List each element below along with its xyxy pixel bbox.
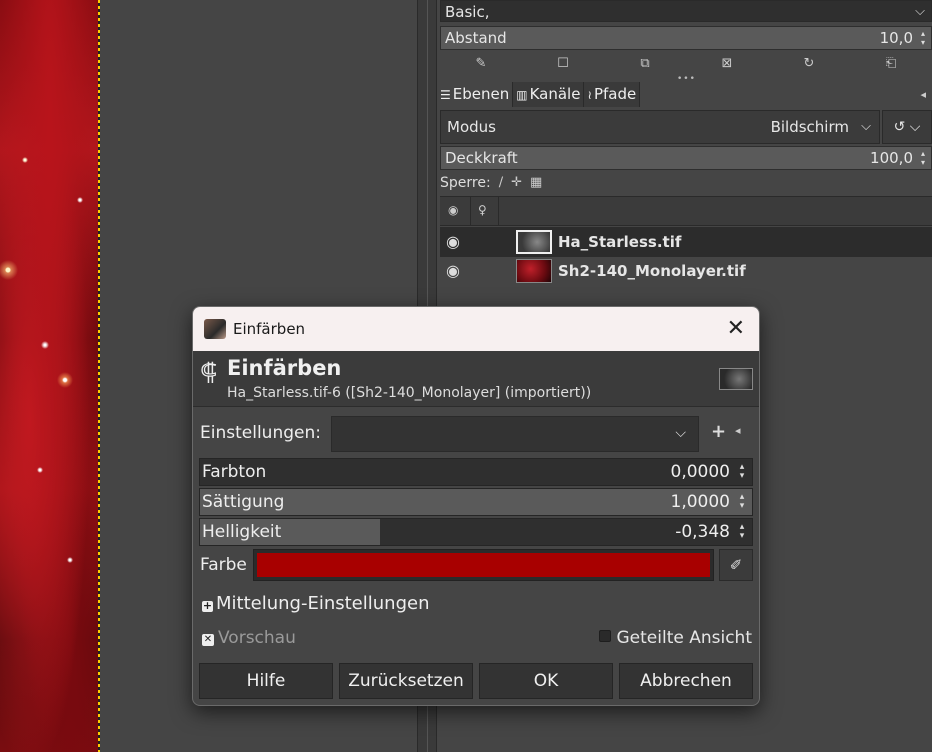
tab-paths[interactable]: ≀ Pfade <box>584 82 641 107</box>
color-label: Farbe <box>200 555 247 575</box>
spin-arrows-icon[interactable]: ▴ ▾ <box>736 523 748 541</box>
layer-mode-combo[interactable]: Modus Bildschirm ⌵ <box>440 110 880 144</box>
slider-value: 1,0000 <box>670 492 730 512</box>
chevron-down-icon: ⌵ <box>861 119 871 134</box>
lock-alpha-icon[interactable]: ▦ <box>530 173 542 193</box>
image-canvas[interactable] <box>0 0 100 752</box>
split-view-label: Geteilte Ansicht <box>616 628 752 648</box>
layer-name: Sh2-140_Monolayer.tif <box>558 262 746 280</box>
channels-icon: ▥ <box>516 88 528 102</box>
layer-row[interactable]: ◉ Ha_Starless.tif <box>440 227 932 257</box>
visibility-eye-icon[interactable]: ◉ <box>446 227 460 257</box>
brush-preset-combo[interactable]: Basic, ⌵ <box>440 0 932 22</box>
expander-plus-icon: + <box>202 599 213 612</box>
slider-value: -0,348 <box>675 522 730 542</box>
dialog-window-title: Einfärben <box>233 320 306 338</box>
layer-thumbnail <box>516 259 552 283</box>
tab-layers[interactable]: ☰ Ebenen <box>437 82 514 107</box>
preset-menu-icon[interactable]: ◂ <box>735 424 741 437</box>
layers-icon: ☰ <box>440 88 451 102</box>
dialog-header: ⸿ Einfärben Ha_Starless.tif-6 ([Sh2-140_… <box>193 351 759 407</box>
eye-icon: ◉ <box>448 203 459 217</box>
delete-brush-icon[interactable]: ⊠ <box>717 56 737 71</box>
chevron-down-icon: ⌵ <box>915 4 925 19</box>
export-icon[interactable]: ⎗ <box>881 56 901 71</box>
paint-roller-icon: ⸿ <box>200 358 218 386</box>
drawable-thumbnail <box>719 368 753 390</box>
tab-paths-label: Pfade <box>593 85 637 103</box>
chevron-down-icon: ⌵ <box>675 425 686 441</box>
tab-channels-label: Kanäle <box>529 85 581 103</box>
chevron-down-icon: ⌵ <box>909 119 921 135</box>
modus-value: Bildschirm <box>770 118 849 136</box>
brush-preset-value: Basic, <box>445 3 490 21</box>
slider-label: Sättigung <box>202 492 285 512</box>
hue-slider[interactable]: Farbton 0,0000 ▴ ▾ <box>199 458 753 486</box>
chain-icon: ♀ <box>478 203 487 217</box>
help-button[interactable]: Hilfe <box>199 663 333 699</box>
close-icon[interactable]: ✕ <box>727 307 745 351</box>
slider-value: 0,0000 <box>670 462 730 482</box>
saturation-slider[interactable]: Sättigung 1,0000 ▴ ▾ <box>199 488 753 516</box>
opacity-spinscale[interactable]: Deckkraft 100,0 ▴ ▾ <box>440 146 932 170</box>
paths-icon: ≀ <box>587 88 592 102</box>
settings-preset-combo[interactable]: ⌵ <box>331 416 699 452</box>
layer-name: Ha_Starless.tif <box>558 233 682 251</box>
reset-button[interactable]: Zurücksetzen <box>339 663 473 699</box>
ok-button[interactable]: OK <box>479 663 613 699</box>
duplicate-brush-icon[interactable]: ⧉ <box>635 56 655 71</box>
slider-label: Helligkeit <box>202 522 282 542</box>
tab-layers-label: Ebenen <box>452 85 510 103</box>
new-brush-icon[interactable]: ☐ <box>553 56 573 71</box>
deckkraft-value: 100,0 <box>870 149 913 167</box>
preview-label: Vorschau <box>218 628 296 648</box>
dialog-header-title: Einfärben <box>227 356 342 380</box>
brush-toolbar: ✎ ☐ ⧉ ⊠ ↻ ⎗ <box>440 52 932 74</box>
undo-arrow-icon: ↺ <box>893 119 906 135</box>
lock-row: Sperre: ∕ ✛ ▦ <box>440 173 542 193</box>
gimp-app-icon <box>204 319 226 339</box>
deckkraft-label: Deckkraft <box>445 149 518 167</box>
color-swatch <box>257 553 710 577</box>
lock-pixels-icon[interactable]: ∕ <box>499 173 503 193</box>
layer-thumbnail <box>516 230 552 254</box>
layer-mode-row: Modus Bildschirm ⌵ ↺ ⌵ <box>440 110 932 144</box>
settings-label: Einstellungen: <box>200 423 321 443</box>
visibility-eye-icon[interactable]: ◉ <box>446 256 460 286</box>
lightness-slider[interactable]: Helligkeit -0,348 ▴ ▾ <box>199 518 753 546</box>
spin-arrows-icon[interactable]: ▴ ▾ <box>736 493 748 511</box>
lock-position-icon[interactable]: ✛ <box>511 173 522 193</box>
averaging-settings-expander[interactable]: + Mittelung-Einstellungen <box>202 593 429 614</box>
checkbox-checked-icon: ✕ <box>202 634 214 646</box>
preview-checkbox[interactable]: ✕ Vorschau <box>202 628 296 648</box>
tab-channels[interactable]: ▥ Kanäle <box>513 82 585 107</box>
add-preset-icon[interactable]: + <box>711 421 726 442</box>
refresh-icon[interactable]: ↻ <box>799 56 819 71</box>
sperre-label: Sperre: <box>440 175 491 191</box>
edit-brush-icon[interactable]: ✎ <box>471 56 491 71</box>
gimp-window: Basic, ⌵ Abstand 10,0 ▴ ▾ ✎ ☐ ⧉ ⊠ ↻ ⎗ •••… <box>0 0 932 752</box>
layer-row[interactable]: ◉ Sh2-140_Monolayer.tif <box>440 256 932 286</box>
abstand-spinscale[interactable]: Abstand 10,0 ▴ ▾ <box>440 26 932 50</box>
cancel-button[interactable]: Abbrechen <box>619 663 753 699</box>
slider-label: Farbton <box>202 462 267 482</box>
spin-arrows-icon[interactable]: ▴ ▾ <box>736 463 748 481</box>
split-view-checkbox[interactable]: Geteilte Ansicht <box>599 628 752 648</box>
checkbox-unchecked-icon <box>599 630 612 642</box>
colorize-dialog: Einfärben ✕ ⸿ Einfärben Ha_Starless.tif-… <box>192 306 760 706</box>
dialog-header-subtitle: Ha_Starless.tif-6 ([Sh2-140_Monolayer] (… <box>227 385 592 401</box>
color-picker-icon[interactable]: ✐ <box>719 549 753 581</box>
averaging-settings-label: Mittelung-Einstellungen <box>216 593 430 614</box>
composite-mode-button[interactable]: ↺ ⌵ <box>882 110 932 144</box>
dock-tabbar: ☰ Ebenen ▥ Kanäle ≀ Pfade ◂ <box>437 82 932 107</box>
spin-arrows-icon[interactable]: ▴ ▾ <box>917 149 929 167</box>
tab-menu-icon[interactable]: ◂ <box>920 88 926 101</box>
abstand-value: 10,0 <box>879 29 913 47</box>
dialog-titlebar[interactable]: Einfärben ✕ <box>193 307 759 351</box>
spin-arrows-icon[interactable]: ▴ ▾ <box>917 29 929 47</box>
abstand-label: Abstand <box>445 29 507 47</box>
modus-label: Modus <box>447 118 496 136</box>
color-button[interactable] <box>253 549 714 581</box>
layers-list-header: ◉ ♀ <box>440 196 932 226</box>
